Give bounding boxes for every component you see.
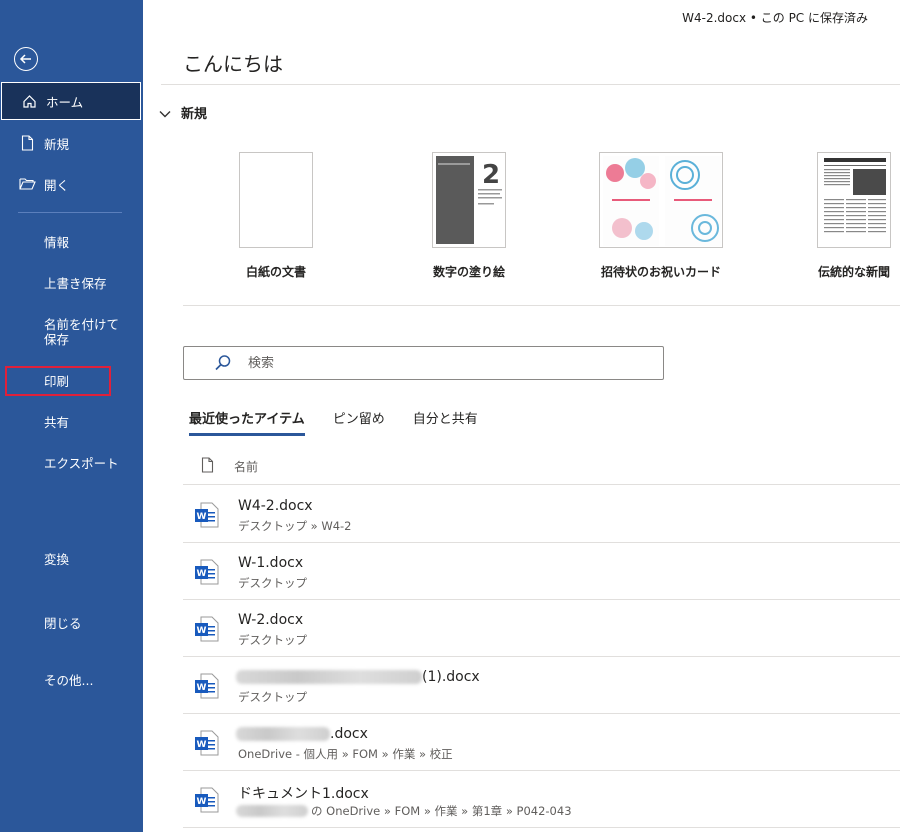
word-file-icon: W [193,786,221,818]
file-name: (1).docx [422,669,480,685]
sidebar-item-label: 閉じる [44,615,82,631]
file-list-header: 名前 [183,449,900,485]
sidebar-item-home[interactable]: ホーム [1,82,141,120]
sidebar-item-label: 新規 [44,136,70,152]
template-label: 伝統的な新聞 [817,265,890,279]
sidebar-item-save-as[interactable]: 名前を付けて保存 [0,312,143,356]
page-title: こんにちは [183,52,283,76]
sidebar-item-label: ホーム [46,94,84,110]
word-file-icon: W [193,501,221,533]
sidebar-item-label: 変換 [44,551,70,567]
file-path: の OneDrive » FOM » 作業 » 第1章 » P042-043 [311,804,572,818]
file-row[interactable]: W W-2.docx デスクトップ [183,600,900,657]
tab-shared-with-me[interactable]: 自分と共有 [413,408,478,436]
template-label: 白紙の文書 [245,265,306,279]
column-header-name[interactable]: 名前 [234,458,258,475]
section-title: 新規 [181,107,208,122]
search-icon [214,354,232,372]
sidebar-item-export[interactable]: エクスポート [0,444,143,482]
file-name-container: .docx [236,726,368,742]
sidebar-item-save[interactable]: 上書き保存 [0,264,143,302]
file-tabs: 最近使ったアイテム ピン留め 自分と共有 [189,408,506,436]
file-name: ドキュメント1.docx [238,786,369,802]
divider [183,305,900,306]
file-path: デスクトップ [238,633,307,647]
word-file-icon: W [193,558,221,590]
tab-recent[interactable]: 最近使ったアイテム [189,408,305,436]
sidebar-item-label: 上書き保存 [44,275,107,291]
redacted-text [236,670,422,684]
home-icon [20,92,38,110]
file-path: デスクトップ [238,690,307,704]
svg-text:W: W [197,740,207,750]
sidebar-item-label: エクスポート [44,455,119,471]
sidebar-item-new[interactable]: 新規 [0,124,143,162]
file-name: .docx [330,726,368,742]
blank-document-thumbnail [239,152,313,248]
file-name: W4-2.docx [238,498,313,514]
search-input[interactable] [248,355,628,371]
svg-text:W: W [197,626,207,636]
word-file-icon: W [193,729,221,761]
print-highlight-box [5,366,111,396]
sidebar-item-share[interactable]: 共有 [0,403,143,441]
backstage-main: W4-2.docx • この PC に保存済み こんにちは 新規 白紙の文書 2… [143,0,900,832]
template-label: 招待状のお祝いカード [600,265,721,279]
file-path-container: の OneDrive » FOM » 作業 » 第1章 » P042-043 [236,803,572,819]
file-row[interactable]: W W-1.docx デスクトップ [183,543,900,600]
file-path: デスクトップ [238,576,307,590]
svg-text:2: 2 [482,160,500,190]
sidebar-item-label: 情報 [44,234,70,250]
template-number-coloring[interactable]: 2 数字の塗り絵 [396,152,542,280]
document-icon [201,456,214,477]
tab-pinned[interactable]: ピン留め [333,408,385,436]
sidebar-item-label: その他... [44,672,94,688]
new-section-toggle[interactable]: 新規 [159,103,207,122]
file-path: デスクトップ » W4-2 [238,519,352,533]
template-label: 数字の塗り絵 [432,265,505,279]
invitation-card-thumbnail [599,152,723,248]
back-arrow-icon[interactable] [14,47,38,71]
file-path: OneDrive - 個人用 » FOM » 作業 » 校正 [238,747,453,761]
file-row[interactable]: W ドキュメント1.docx の OneDrive » FOM » 作業 » 第… [183,771,900,828]
divider [161,84,900,85]
svg-text:W: W [197,797,207,807]
file-row[interactable]: W (1).docx デスクトップ [183,657,900,714]
template-invitation-card[interactable]: 招待状のお祝いカード [588,152,734,280]
file-name: W-2.docx [238,612,304,628]
sidebar-item-close[interactable]: 閉じる [0,604,143,642]
file-name-container: (1).docx [236,669,480,685]
number-coloring-thumbnail: 2 [432,152,506,248]
svg-text:W: W [197,683,207,693]
sidebar-item-label: 名前を付けて保存 [44,317,120,347]
redacted-text [236,727,330,741]
file-row[interactable]: W W4-2.docx デスクトップ » W4-2 [183,486,900,543]
file-name: W-1.docx [238,555,304,571]
template-blank-document[interactable]: 白紙の文書 [203,152,349,280]
file-row[interactable]: W .docx OneDrive - 個人用 » FOM » 作業 » 校正 [183,714,900,771]
svg-text:W: W [197,512,207,522]
sidebar-separator [18,212,122,213]
search-box[interactable] [183,346,664,380]
redacted-text [236,805,308,817]
new-document-icon [18,134,36,152]
newspaper-thumbnail [817,152,891,248]
backstage-sidebar: ホーム 新規 開く 情報 上書き保存 名前を付けて保存 印刷 共有 エクスポート… [0,0,143,832]
sidebar-item-transform[interactable]: 変換 [0,540,143,578]
word-file-icon: W [193,672,221,704]
sidebar-item-label: 共有 [44,414,70,430]
chevron-down-icon [159,103,171,122]
document-save-status: W4-2.docx • この PC に保存済み [682,11,868,25]
template-traditional-newspaper[interactable]: 伝統的な新聞 [781,152,900,280]
sidebar-item-info[interactable]: 情報 [0,223,143,261]
word-file-icon: W [193,615,221,647]
sidebar-item-label: 開く [44,177,70,193]
sidebar-item-more[interactable]: その他... [0,661,143,699]
open-folder-icon [18,175,36,193]
sidebar-item-open[interactable]: 開く [0,165,143,203]
svg-text:W: W [197,569,207,579]
